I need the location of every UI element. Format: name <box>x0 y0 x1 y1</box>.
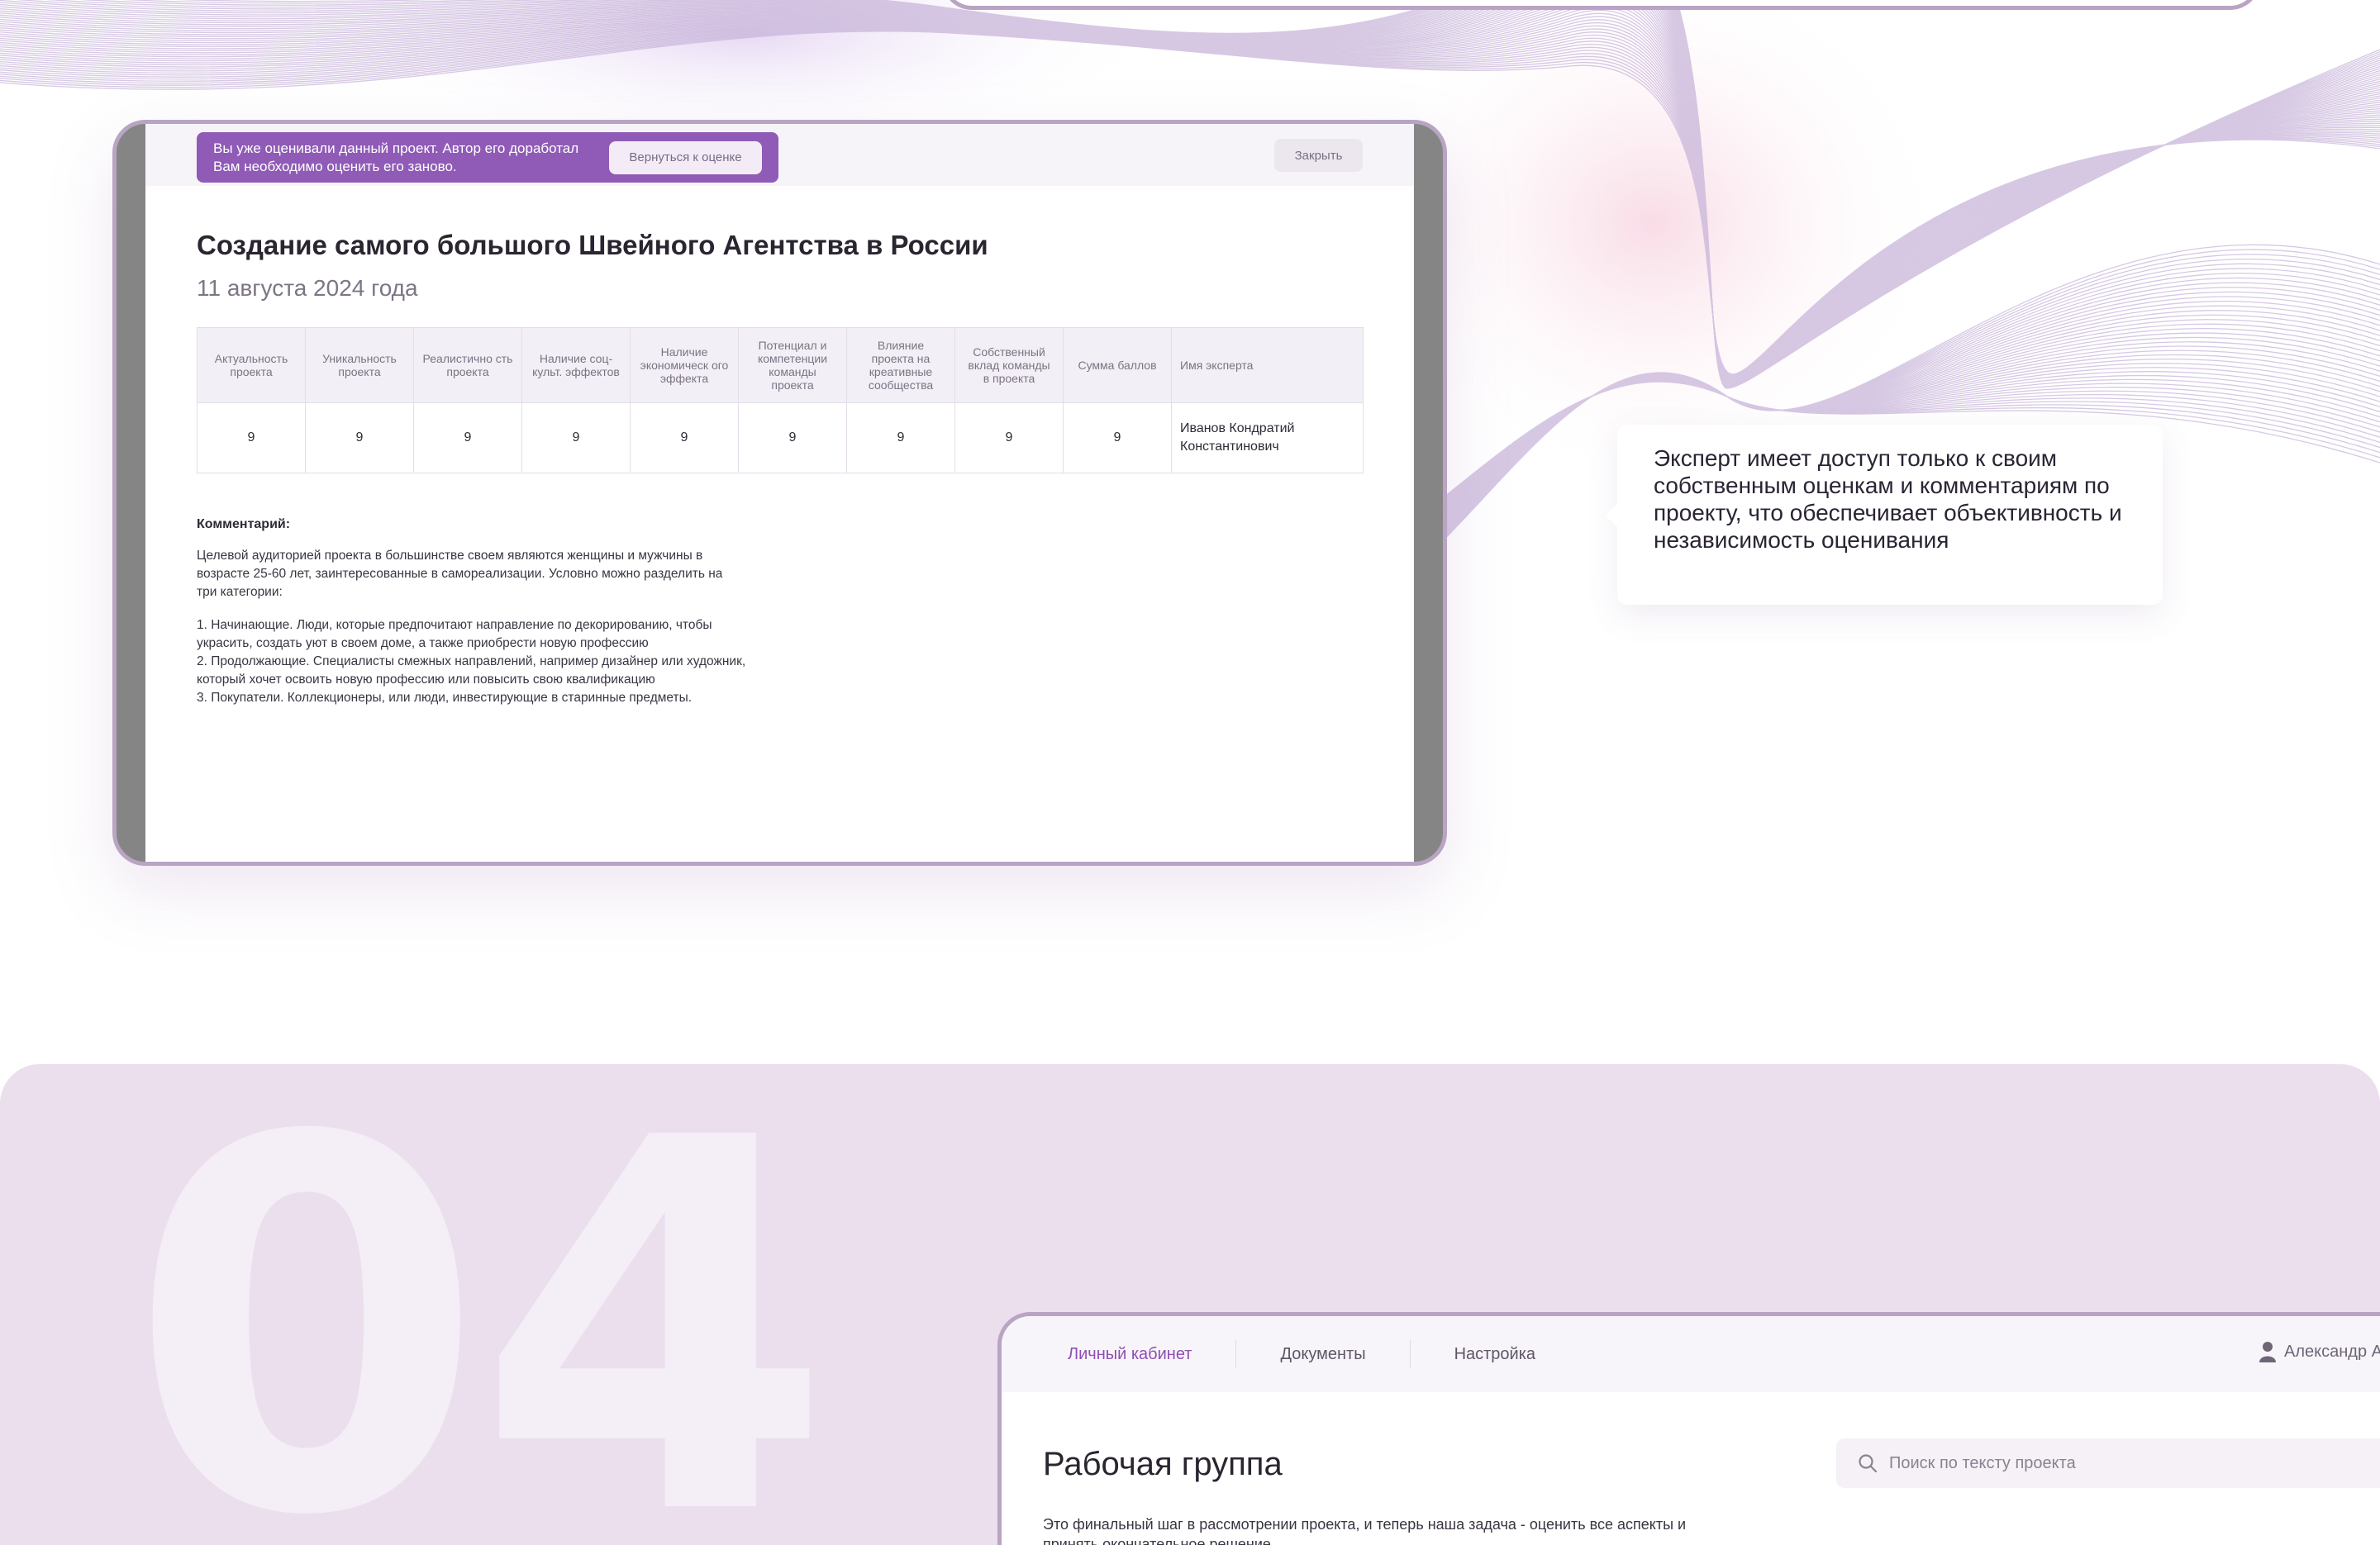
score-cell: 9 <box>197 402 306 473</box>
table-header-cell: Реалистично сть проекта <box>413 327 522 403</box>
table-header-cell: Имя эксперта <box>1171 327 1364 403</box>
user-name: Александр А. <box>2284 1342 2380 1361</box>
notice-text: Вы уже оценивали данный проект. Автор ег… <box>213 140 579 174</box>
comment-paragraph: 1. Начинающие. Люди, которые предпочитаю… <box>197 618 746 705</box>
evaluation-topbar: Вы уже оценивали данный проект. Автор ег… <box>145 124 1414 186</box>
table-header-cell: Уникальность проекта <box>305 327 414 403</box>
search-icon <box>1859 1454 1878 1473</box>
nav-item-cabinet[interactable]: Личный кабинет <box>1002 1345 1235 1364</box>
score-cell: 9 <box>521 402 631 473</box>
table-header-cell: Сумма баллов <box>1063 327 1172 403</box>
score-cell: 9 <box>305 402 414 473</box>
table-header-cell: Потенциал и компетенции команды проекта <box>738 327 847 403</box>
search-box[interactable] <box>1836 1438 2380 1488</box>
user-menu[interactable]: Александр А. <box>2259 1341 2380 1362</box>
previous-app-card-edge <box>942 0 2260 10</box>
return-to-evaluation-button[interactable]: Вернуться к оценке <box>609 140 762 174</box>
project-date: 11 августа 2024 года <box>197 275 418 301</box>
user-icon <box>2259 1342 2276 1362</box>
section-number: 04 <box>128 1032 833 1545</box>
scores-table: Актуальность проекта Уникальность проект… <box>197 327 1364 473</box>
project-title: Создание самого большого Швейного Агентс… <box>197 230 988 260</box>
close-button[interactable]: Закрыть <box>1274 139 1363 172</box>
table-header-cell: Влияние проекта на креативные сообщества <box>846 327 955 403</box>
expert-name-cell: Иванов Кондратий Константинович <box>1171 402 1364 473</box>
score-cell: 9 <box>954 402 1064 473</box>
score-cell: 9 <box>738 402 847 473</box>
table-header-cell: Наличие соц-культ. эффектов <box>521 327 631 403</box>
nav-item-settings[interactable]: Настройка <box>1411 1345 1579 1364</box>
table-header-cell: Актуальность проекта <box>197 327 306 403</box>
table-header-cell: Наличие экономическ ого эффекта <box>630 327 739 403</box>
app-navigation: Личный кабинет Документы Настройка Алекс… <box>1002 1316 2380 1392</box>
working-group-app-card: Личный кабинет Документы Настройка Алекс… <box>997 1312 2380 1545</box>
page-description: Это финальный шаг в рассмотрении проекта… <box>1043 1516 1687 1545</box>
table-row: 9 9 9 9 9 9 9 9 9 Иванов Кондратий Конст… <box>197 402 1364 473</box>
page-title: Рабочая группа <box>1043 1446 1283 1482</box>
evaluation-device-frame: Вы уже оценивали данный проект. Автор ег… <box>112 120 1447 866</box>
feature-callout: Эксперт имеет доступ только к своим собс… <box>1617 425 2163 605</box>
score-cell: 9 <box>413 402 522 473</box>
table-header-cell: Собственный вклад команды в проекта <box>954 327 1064 403</box>
search-input[interactable] <box>1889 1453 2380 1473</box>
score-total-cell: 9 <box>1063 402 1172 473</box>
table-header-row: Актуальность проекта Уникальность проект… <box>197 327 1364 403</box>
comment-paragraph: Целевой аудиторией проекта в большинстве… <box>197 549 723 599</box>
score-cell: 9 <box>846 402 955 473</box>
comment-label: Комментарий: <box>197 517 291 531</box>
nav-item-documents[interactable]: Документы <box>1236 1345 1409 1364</box>
score-cell: 9 <box>630 402 739 473</box>
evaluation-screen: Вы уже оценивали данный проект. Автор ег… <box>145 124 1414 862</box>
reevaluation-notice: Вы уже оценивали данный проект. Автор ег… <box>197 132 778 183</box>
